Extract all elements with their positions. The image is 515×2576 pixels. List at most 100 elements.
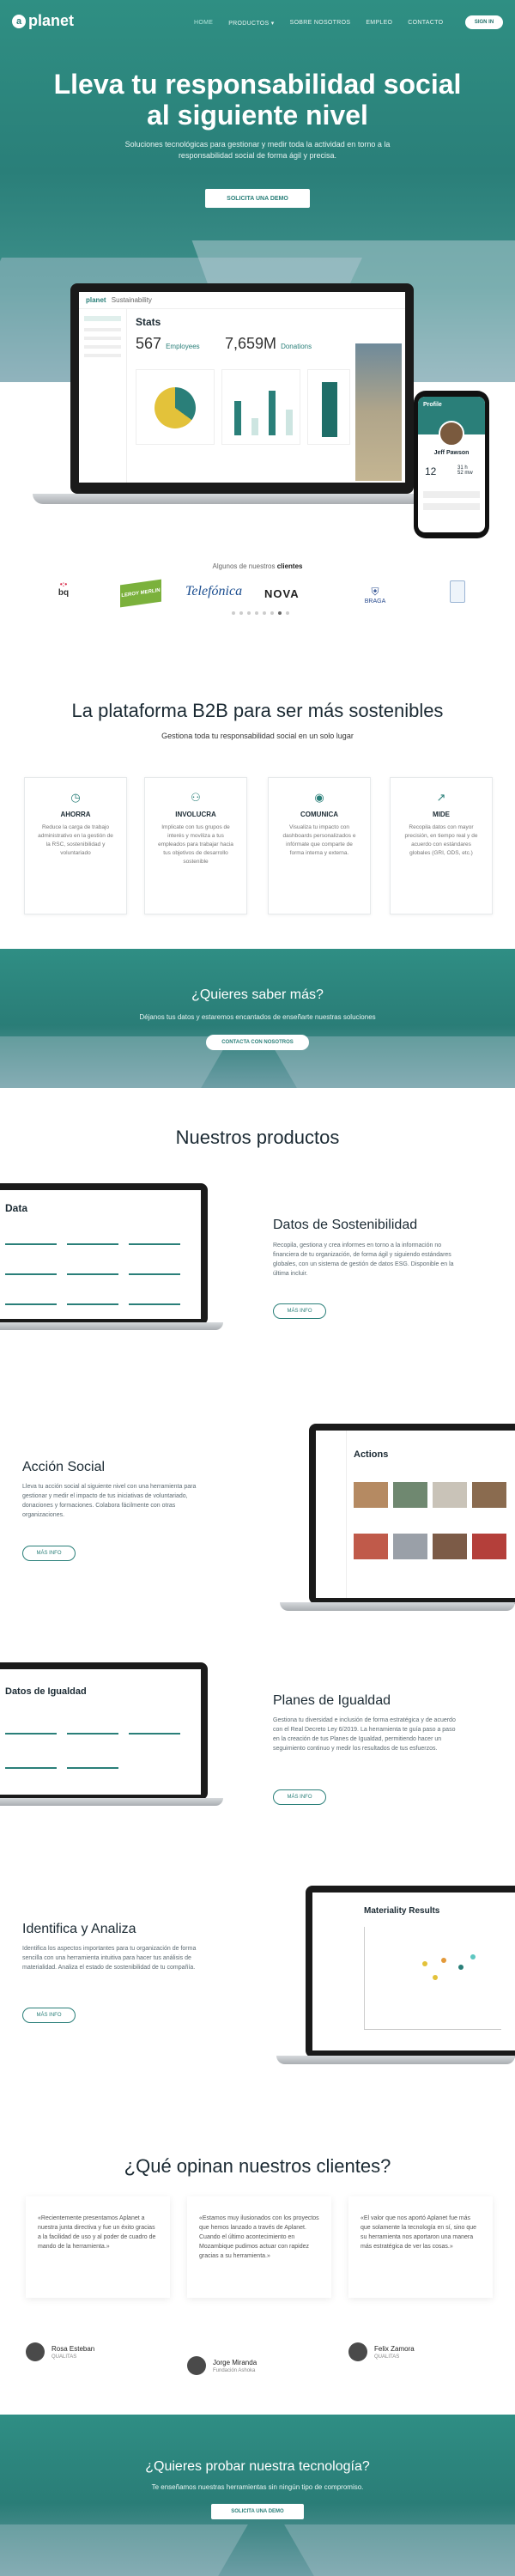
feature-desc: Reduce la carga de trabajo administrativ…: [38, 824, 113, 856]
phone-stat1: 12: [425, 465, 437, 477]
testimonial-quote: «El valor que nos aportó Aplanet fue más…: [360, 2215, 477, 2250]
laptop-base: [33, 494, 453, 504]
feature-title: MIDE: [433, 811, 450, 818]
avatar: [348, 2342, 367, 2361]
product-screen-actions: Actions: [316, 1431, 515, 1598]
product-more-info-button[interactable]: MÁS INFO: [22, 1546, 76, 1561]
request-demo-button[interactable]: SOLICITA UNA DEMO: [205, 189, 310, 208]
nav-productos[interactable]: PRODUCTOS ▾: [228, 20, 274, 27]
testimonial-card: «Estamos muy ilusionados con los proyect…: [187, 2196, 331, 2298]
nav-sobre-nosotros[interactable]: SOBRE NOSOTROS: [290, 20, 351, 27]
carousel-dots: [232, 611, 289, 615]
testimonial-author: Jorge Miranda Fundación Ashoka: [187, 2356, 257, 2375]
bars-widget: [221, 369, 300, 445]
product-desc: Gestiona tu diversidad e inclusión de fo…: [273, 1717, 456, 1752]
laptop-base: [0, 1322, 223, 1330]
feature-title: INVOLUCRA: [175, 811, 216, 818]
testimonial-card: «Recientemente presentamos Aplanet a nue…: [26, 2196, 170, 2298]
feature-desc: Recopila datos con mayor precisión, en t…: [404, 824, 478, 856]
testimonial-author: Felix Zamora QUALITAS: [348, 2342, 415, 2361]
feature-card-mide: ↗ MIDE Recopila datos con mayor precisió…: [390, 777, 493, 914]
nav-home[interactable]: HOME: [194, 20, 213, 27]
carousel-dot[interactable]: [286, 611, 289, 615]
products-title: Nuestros productos: [175, 1127, 340, 1148]
photo-panel: [355, 343, 402, 481]
product-screen-data: Data: [0, 1190, 201, 1319]
brand-logo[interactable]: a planet: [12, 12, 74, 30]
hero-subtitle: Soluciones tecnológicas para gestionar y…: [124, 140, 391, 160]
product-title: Datos de Sostenibilidad: [273, 1218, 418, 1232]
app-name: Sustainability: [111, 296, 152, 304]
client-logo-bq: •:• bq: [58, 580, 70, 598]
product-desc: Lleva tu acción social al siguiente nive…: [22, 1484, 197, 1518]
client-logo-nova: NOVA: [264, 587, 300, 600]
demo-band-title: ¿Quieres probar nuestra tecnología?: [145, 2459, 370, 2474]
feature-desc: Visualiza tu impacto con dashboards pers…: [282, 824, 356, 856]
chevron-down-icon: ▾: [270, 21, 275, 27]
carousel-dot[interactable]: [232, 611, 235, 615]
carousel-dot[interactable]: [263, 611, 266, 615]
laptop-base: [276, 2056, 515, 2064]
feature-card-ahorra: ◷ AHORRA Reduce la carga de trabajo admi…: [24, 777, 127, 914]
pie-widget: [136, 369, 215, 445]
handshake-icon: ⚇: [191, 791, 201, 804]
platform-title: La plataforma B2B para ser más sostenibl…: [71, 700, 444, 721]
contact-band-title: ¿Quieres saber más?: [191, 987, 324, 1002]
testimonial-quote: «Estamos muy ilusionados con los proyect…: [199, 2215, 319, 2259]
app-sidebar: [79, 309, 127, 483]
carousel-dot[interactable]: [255, 611, 258, 615]
bar-widget-2: [307, 369, 350, 445]
product-more-info-button[interactable]: MÁS INFO: [273, 1789, 326, 1805]
contact-band-subtitle: Déjanos tus datos y estaremos encantados…: [139, 1013, 376, 1021]
carousel-dot-active[interactable]: [278, 611, 282, 615]
demo-band-subtitle: Te enseñamos nuestras herramientas sin n…: [151, 2483, 364, 2491]
product-desc: Recopila, gestiona y crea informes en to…: [273, 1242, 454, 1277]
testimonial-author: Rosa Esteban QUALITAS: [26, 2342, 94, 2361]
sign-in-button[interactable]: SIGN IN: [465, 15, 503, 29]
avatar: [187, 2356, 206, 2375]
feature-card-involucra: ⚇ INVOLUCRA Implicate con tus grupos de …: [144, 777, 247, 914]
contact-button[interactable]: CONTACTA CON NOSOTROS: [206, 1035, 309, 1050]
client-logo-seal: [450, 580, 465, 603]
laptop-base: [0, 1798, 223, 1806]
client-logo-leroy-merlin: LEROY MERLIN: [120, 579, 161, 608]
carousel-dot[interactable]: [247, 611, 251, 615]
phone-stats: 31 h 52 mw: [457, 465, 473, 476]
testimonial-card: «El valor que nos aportó Aplanet fue más…: [348, 2196, 493, 2298]
contact-band: ¿Quieres saber más? Déjanos tus datos y …: [0, 949, 515, 1088]
footer-demo-button[interactable]: SOLICITA UNA DEMO: [211, 2504, 304, 2519]
feature-card-comunica: ◉ COMUNICA Visualiza tu impacto con dash…: [268, 777, 371, 914]
feature-desc: Implicate con tus grupos de interés y mo…: [158, 824, 233, 865]
feature-title: AHORRA: [60, 811, 91, 818]
nav-contacto[interactable]: CONTACTO: [408, 20, 443, 27]
clock-icon: ◷: [70, 791, 81, 804]
main-nav: HOME PRODUCTOS ▾ SOBRE NOSOTROS EMPLEO C…: [194, 20, 443, 27]
hero-title: Lleva tu responsabilidad social al sigui…: [53, 69, 462, 131]
demo-band: ¿Quieres probar nuestra tecnología? Te e…: [0, 2415, 515, 2576]
platform-subtitle: Gestiona toda tu responsabilidad social …: [161, 732, 354, 740]
app-brand: planet: [86, 296, 106, 304]
trend-icon: ↗: [436, 791, 446, 804]
client-logo-telefonica: Telefónica: [185, 584, 243, 598]
eye-icon: ◉: [314, 791, 324, 804]
client-logo-braga: ⛨ BRAGA: [354, 586, 397, 605]
stat-employees: 567 Employees: [136, 335, 200, 352]
product-title: Identifica y Analiza: [22, 1922, 136, 1936]
phone-name: Jeff Pawson: [433, 450, 470, 456]
phone-screen: Profile Jeff Pawson 12 31 h 52 mw: [418, 397, 485, 532]
testimonials-title: ¿Qué opinan nuestros clientes?: [124, 2155, 391, 2177]
product-more-info-button[interactable]: MÁS INFO: [22, 2008, 76, 2023]
product-desc: Identifica los aspectos importantes para…: [22, 1946, 197, 1971]
stat-donations: 7,659M Donations: [225, 335, 312, 352]
hero-app-screen: planet Sustainability Stats 567 Employee…: [79, 292, 405, 483]
carousel-dot[interactable]: [239, 611, 243, 615]
nav-empleo[interactable]: EMPLEO: [366, 20, 392, 27]
laptop-base: [280, 1602, 515, 1611]
braga-crest-icon: ⛨: [371, 586, 379, 598]
product-more-info-button[interactable]: MÁS INFO: [273, 1303, 326, 1319]
product-title: Acción Social: [22, 1460, 106, 1474]
carousel-dot[interactable]: [270, 611, 274, 615]
testimonial-quote: «Recientemente presentamos Aplanet a nue…: [38, 2215, 156, 2250]
product-title: Planes de Igualdad: [273, 1693, 391, 1708]
app-page-title: Stats: [136, 316, 161, 328]
